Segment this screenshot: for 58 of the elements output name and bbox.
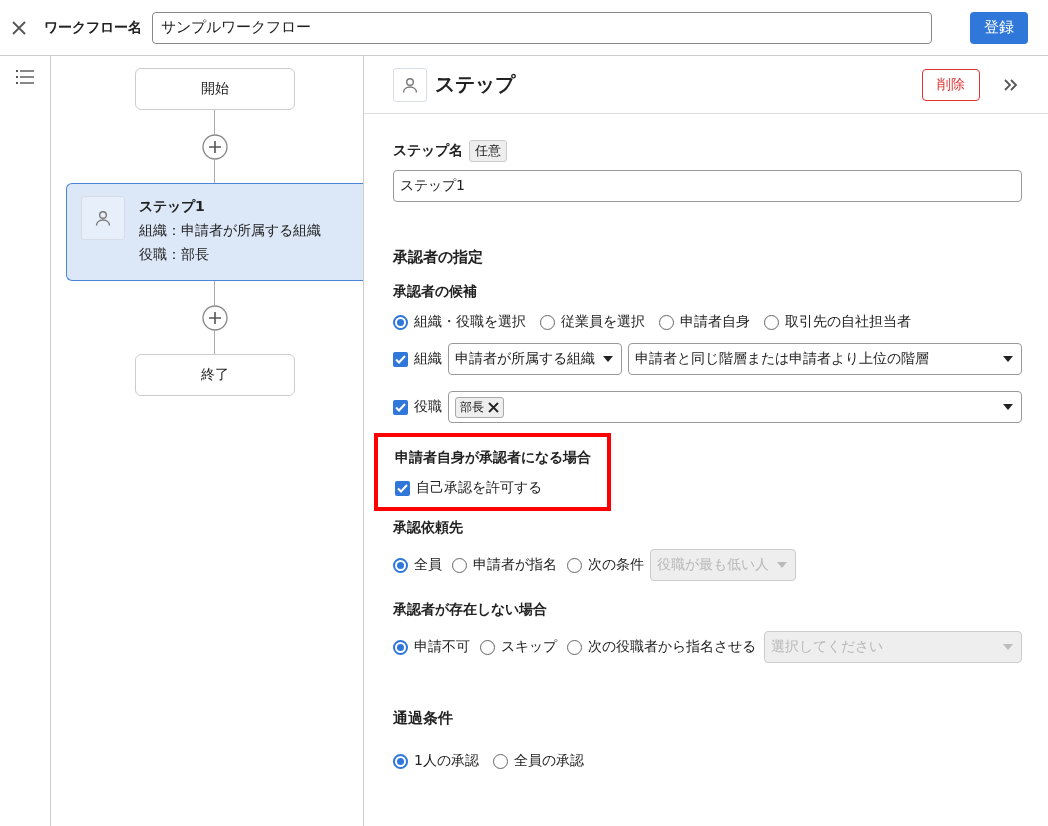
role-select[interactable]: 部長 [448, 391, 1022, 423]
radio-option[interactable]: 従業員を選択 [540, 313, 645, 331]
panel-title: ステップ [435, 71, 517, 98]
list-icon[interactable] [16, 70, 34, 84]
radio-option[interactable]: 申請者が指名 [452, 556, 557, 574]
hierarchy-select[interactable]: 申請者と同じ階層または申請者より上位の階層 [628, 343, 1022, 375]
step-card[interactable]: ステップ1 組織：申請者が所属する組織 役職：部長 [66, 183, 363, 281]
checkbox[interactable] [395, 480, 410, 496]
section-heading: 承認者の指定 [393, 248, 483, 267]
field-label: 承認依頼先 [393, 519, 463, 537]
field-label: 承認者の候補 [393, 283, 477, 301]
radio-icon[interactable] [393, 557, 408, 573]
optional-badge: 任意 [469, 140, 507, 162]
dropdown-caret-icon [1003, 644, 1013, 650]
person-icon [94, 209, 112, 227]
step-detail: 組織：申請者が所属する組織 [139, 222, 321, 240]
checkbox-label: 自己承認を許可する [416, 479, 542, 497]
radio-icon[interactable] [393, 639, 408, 655]
radio-option[interactable]: 次の条件 [567, 556, 644, 574]
radio-option[interactable]: スキップ [480, 638, 557, 656]
register-button[interactable]: 登録 [970, 11, 1028, 44]
field-label: 承認者が存在しない場合 [393, 601, 547, 619]
radio-option[interactable]: 申請者自身 [659, 313, 750, 331]
step-title: ステップ1 [139, 198, 206, 216]
radio-option[interactable]: 1人の承認 [393, 752, 479, 770]
role-tag: 部長 [455, 396, 504, 418]
radio-option[interactable]: 申請不可 [393, 638, 470, 656]
radio-option[interactable]: 全員 [393, 556, 442, 574]
dropdown-caret-icon [603, 356, 613, 362]
checkbox-label: 役職 [414, 398, 442, 416]
radio-option[interactable]: 次の役職者から指名させる [567, 638, 756, 656]
add-step-icon[interactable] [201, 304, 228, 331]
add-step-icon[interactable] [201, 133, 228, 160]
section-heading: 通過条件 [393, 709, 453, 728]
start-node[interactable]: 開始 [134, 68, 295, 110]
dropdown-caret-icon [777, 562, 787, 568]
step-detail: 役職：部長 [139, 246, 210, 264]
checkbox-label: 組織 [414, 350, 442, 368]
workflow-name-label: ワークフロー名 [44, 18, 142, 37]
radio-option[interactable]: 組織・役職を選択 [393, 313, 526, 331]
step-name-field[interactable]: ステップ1 [393, 170, 1022, 202]
checkbox[interactable] [393, 351, 408, 367]
radio-option[interactable]: 取引先の自社担当者 [764, 313, 911, 331]
collapse-icon[interactable] [1004, 78, 1018, 91]
radio-icon[interactable] [393, 314, 408, 330]
field-label: 申請者自身が承認者になる場合 [395, 449, 591, 467]
remove-icon[interactable] [488, 401, 499, 413]
dropdown-caret-icon [1003, 356, 1013, 362]
workflow-name-field[interactable]: サンプルワークフロー [152, 11, 932, 44]
radio-icon[interactable] [393, 753, 408, 769]
organization-select[interactable]: 申請者が所属する組織 [448, 343, 622, 375]
field-label: ステップ名 [393, 142, 463, 160]
radio-option[interactable]: 全員の承認 [492, 752, 584, 770]
person-icon [401, 75, 419, 94]
dropdown-caret-icon [1003, 404, 1013, 410]
end-node[interactable]: 終了 [134, 354, 295, 396]
delete-button[interactable]: 削除 [922, 68, 980, 101]
checkbox[interactable] [393, 399, 408, 415]
